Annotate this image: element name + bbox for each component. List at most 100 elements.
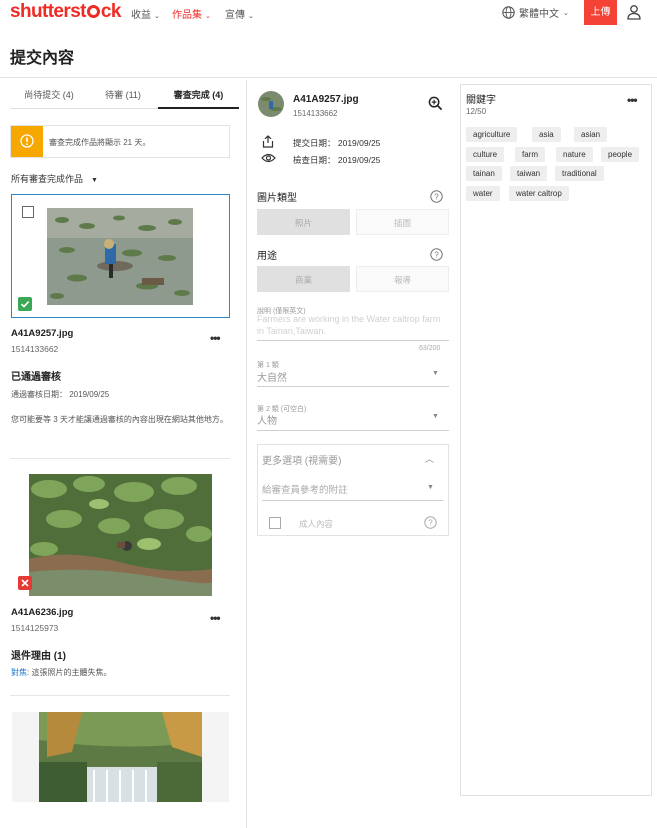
notice-text: 審查完成作品將顯示 21 天。 — [49, 138, 151, 147]
caret-down-icon: ▼ — [432, 413, 439, 420]
category1-select[interactable]: 大自然 — [257, 369, 287, 384]
keyword-chip[interactable]: farm — [515, 147, 545, 162]
svg-text:?: ? — [434, 250, 439, 259]
reason-text: : 這張照片的主體失焦。 — [27, 668, 112, 677]
image-type-illustration-button[interactable]: 插圖 — [356, 209, 449, 235]
usage-editorial-button[interactable]: 報導 — [356, 266, 449, 292]
chevron-down-icon: ⌄ — [248, 13, 254, 20]
keyword-chip[interactable]: asian — [574, 127, 608, 142]
upload-share-icon — [262, 135, 274, 148]
item-divider — [10, 695, 230, 696]
review-date: 檢查日期： 2019/09/25 — [293, 155, 381, 165]
rejection-reason: 對焦: 這張照片的主體失焦。 — [11, 666, 111, 679]
keyword-chip[interactable]: people — [601, 147, 640, 162]
filter-dropdown[interactable]: 所有審查完成作品 ▼ — [11, 172, 98, 185]
keywords-title: 關鍵字 — [466, 95, 496, 106]
lotus-pond-image — [29, 474, 212, 596]
submission-tabs: 尚待提交 (4) 待審 (11) 審查完成 (4) — [10, 84, 239, 109]
language-selector[interactable]: 繁體中文 ⌄ — [502, 5, 569, 20]
description-counter: 63/200 — [419, 345, 441, 352]
tab-reviewed[interactable]: 審查完成 (4) — [158, 88, 239, 109]
chevron-up-icon[interactable]: ︿ — [425, 452, 434, 465]
nav-portfolio-label: 作品集 — [172, 10, 202, 21]
keyword-chip[interactable]: tainan — [466, 166, 502, 181]
chevron-down-icon: ⌄ — [154, 13, 160, 20]
keyword-chip[interactable]: nature — [556, 147, 593, 162]
tab-not-submitted[interactable]: 尚待提交 (4) — [10, 88, 88, 109]
image-type-photo-button[interactable]: 照片 — [257, 209, 350, 235]
reviewer-note-select[interactable]: 給審查員參考的附註 — [262, 482, 348, 496]
waterfall-photo-card[interactable] — [12, 712, 229, 802]
column-separator — [246, 80, 247, 828]
tab-pending[interactable]: 待審 (11) — [88, 88, 158, 109]
avatar-image — [258, 91, 284, 117]
image-type-label: 圖片類型 — [257, 193, 297, 204]
user-account-icon[interactable] — [626, 4, 642, 20]
nav-earnings[interactable]: 收益 ⌄ — [131, 6, 160, 21]
keyword-chip[interactable]: taiwan — [510, 166, 548, 181]
item-checkbox[interactable] — [22, 206, 34, 218]
adult-content-checkbox[interactable] — [269, 517, 281, 529]
nav-earnings-label: 收益 — [131, 10, 151, 21]
checkmark-icon — [20, 301, 30, 308]
item-divider — [10, 458, 230, 459]
rejection-title: 退件理由 (1) — [11, 651, 66, 662]
description-field[interactable]: Farmers are working in the Water caltrop… — [257, 313, 447, 337]
svg-text:?: ? — [434, 192, 439, 201]
reason-link[interactable]: 對焦 — [11, 668, 27, 677]
approved-status-icon — [18, 297, 32, 311]
eye-icon — [261, 153, 276, 163]
keywords-count: 12/50 — [466, 107, 487, 116]
detail-id: 1514133662 — [293, 109, 338, 118]
page-header: 提交內容 — [0, 30, 657, 78]
item-id: 1514133662 — [11, 344, 59, 354]
keyword-chip[interactable]: traditional — [555, 166, 604, 181]
page-title: 提交內容 — [10, 50, 75, 67]
svg-text:?: ? — [428, 518, 433, 527]
upload-button[interactable]: 上傳 — [584, 0, 617, 25]
keyword-chip[interactable]: culture — [466, 147, 505, 162]
shutterstock-logo[interactable]: shutterst ck — [10, 1, 121, 23]
chevron-down-icon: ⌄ — [205, 13, 211, 20]
help-icon[interactable]: ? — [424, 516, 437, 529]
help-icon[interactable]: ? — [430, 190, 443, 203]
water-farm-image — [47, 208, 193, 305]
filter-label: 所有審查完成作品 — [11, 174, 84, 184]
caret-down-icon: ▼ — [432, 370, 439, 377]
keyword-chip[interactable]: water — [466, 186, 500, 201]
rejected-status-icon — [18, 576, 32, 590]
close-icon — [21, 579, 29, 587]
caret-down-icon: ▼ — [427, 484, 434, 491]
lotus-photo-thumbnail[interactable] — [29, 474, 212, 596]
farm-photo-thumbnail[interactable] — [47, 208, 193, 305]
item-filename: A41A9257.jpg — [11, 328, 74, 339]
note-underline — [262, 500, 443, 501]
nav-promote-label: 宣傳 — [225, 10, 245, 21]
info-alert-icon — [20, 134, 34, 148]
usage-commercial-button[interactable]: 商業 — [257, 266, 350, 292]
notice-icon-box — [11, 126, 43, 157]
category2-select[interactable]: 人物 — [257, 412, 277, 427]
keyword-chip[interactable]: water caltrop — [509, 186, 569, 201]
more-options-icon[interactable]: ••• — [210, 611, 221, 625]
selected-photo-avatar — [258, 91, 284, 117]
waterfall-image — [12, 712, 229, 802]
chevron-down-icon: ⌄ — [563, 9, 569, 17]
nav-promote[interactable]: 宣傳 ⌄ — [225, 6, 254, 21]
logo-text-start: shutterst — [10, 1, 86, 22]
keyword-chip[interactable]: agriculture — [466, 127, 518, 142]
caret-down-icon: ▼ — [91, 177, 98, 184]
approval-status-title: 已通過審核 — [11, 372, 61, 383]
item-filename: A41A6236.jpg — [11, 607, 74, 618]
more-options-icon[interactable]: ••• — [210, 331, 221, 345]
nav-portfolio[interactable]: 作品集 ⌄ — [172, 6, 211, 21]
more-options-icon[interactable]: ••• — [627, 93, 638, 107]
keyword-chip[interactable]: asia — [532, 127, 561, 142]
logo-o-ring — [86, 5, 100, 18]
approval-note: 您可能要等 3 天才能讓通過審核的內容出現在網站其他地方。 — [11, 415, 228, 424]
more-options-title[interactable]: 更多選項 (視需要) — [262, 452, 341, 467]
top-navigation-bar: shutterst ck 收益 ⌄ 作品集 ⌄ 宣傳 ⌄ 繁體中文 ⌄ 上傳 — [0, 0, 657, 26]
zoom-in-icon[interactable] — [428, 96, 443, 111]
help-icon[interactable]: ? — [430, 248, 443, 261]
category2-underline — [257, 430, 449, 431]
